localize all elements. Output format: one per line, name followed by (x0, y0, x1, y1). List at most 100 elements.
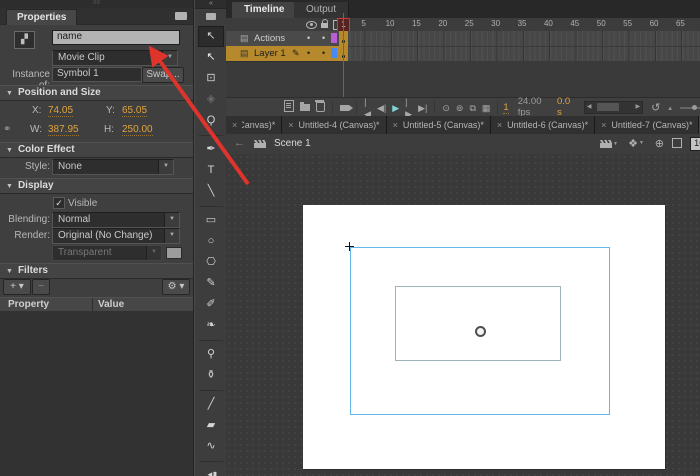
lock-all-layers-icon[interactable] (321, 23, 328, 28)
document-tab[interactable]: Untitled-4 (Canvas)*× (282, 116, 386, 134)
text-tool-icon[interactable]: T (198, 160, 224, 181)
playhead-line[interactable] (343, 13, 344, 97)
show-hide-all-layers-icon[interactable] (306, 21, 317, 29)
instance-of-field[interactable]: Symbol 1 (52, 67, 142, 82)
slider-thumb[interactable] (692, 105, 697, 110)
rectangle-tool-icon[interactable]: ▭ (198, 210, 224, 231)
document-tab[interactable]: Untitled-6 (Canvas)*× (491, 116, 595, 134)
layer-row-actions[interactable]: ▤ Actions • • (226, 31, 339, 47)
tab-close-icon[interactable]: × (497, 120, 502, 130)
edit-scene-button[interactable]: ▼ (600, 140, 618, 151)
eraser-tool-icon[interactable]: ▰ (198, 415, 224, 436)
loop-playback-icon[interactable]: ↺ (651, 101, 660, 114)
layer-lock-dot[interactable]: • (322, 33, 325, 43)
classic-brush-tool-icon[interactable]: ✐ (198, 294, 224, 315)
pasteboard[interactable] (226, 154, 700, 476)
swap-button[interactable]: Swap... (142, 67, 184, 83)
edit-symbols-button[interactable]: ❖▼ (628, 137, 644, 150)
paint-brush-tool-icon[interactable]: ❧ (198, 315, 224, 336)
x-value[interactable]: 74.05 (48, 105, 73, 117)
value-column-header[interactable]: Value (98, 298, 124, 311)
style-dropdown[interactable]: None ▼ (52, 159, 174, 175)
new-folder-icon[interactable] (300, 101, 310, 114)
onion-skin-outlines-icon[interactable]: ⊚ (456, 102, 464, 114)
y-value[interactable]: 65.05 (122, 105, 147, 117)
lock-aspect-ratio-icon[interactable]: ⚭ (3, 124, 11, 135)
tools-panel-menu-icon[interactable] (195, 9, 227, 26)
render-dropdown[interactable]: Original (No Change) ▼ (52, 228, 180, 244)
layer-outline-color-swatch[interactable] (331, 48, 337, 58)
document-tab[interactable]: Untitled-3 (Canvas)*× (226, 116, 282, 134)
scrollbar-thumb[interactable] (597, 103, 619, 111)
eyedropper-tool-icon[interactable]: ╱ (198, 394, 224, 415)
go-to-last-frame-icon[interactable]: ▶| (418, 102, 427, 114)
visible-checkbox[interactable]: ✓ (53, 197, 65, 209)
document-tab[interactable]: Untitled-5 (Canvas)*× (387, 116, 491, 134)
h-value[interactable]: 250.00 (122, 124, 153, 136)
panel-menu-icon[interactable] (175, 12, 187, 23)
modify-markers-icon[interactable]: ▦ (482, 102, 491, 114)
chevron-down-icon[interactable]: ▼ (162, 51, 177, 65)
selection-tool-icon[interactable]: ↖ (198, 26, 224, 47)
layer-row-layer1[interactable]: ▤ Layer 1 ✎ • • (226, 46, 339, 62)
w-value[interactable]: 387.95 (48, 124, 79, 136)
onion-skin-icon[interactable]: ⊙ (442, 102, 450, 114)
tab-close-icon[interactable]: × (601, 120, 606, 130)
tab-close-icon[interactable]: × (288, 120, 293, 130)
layer-outline-color-swatch[interactable] (331, 33, 337, 43)
tab-output[interactable]: Output (294, 2, 349, 18)
layer-visibility-dot[interactable]: • (307, 48, 310, 58)
timeline-zoom-slider[interactable] (680, 107, 700, 109)
edit-multiple-frames-icon[interactable]: ⧉ (469, 102, 475, 114)
oval-tool-icon[interactable]: ○ (198, 231, 224, 252)
center-frame-icon[interactable]: ⊕ (655, 137, 664, 150)
property-column-header[interactable]: Property (8, 298, 49, 311)
color-effect-section-header[interactable]: ▼Color Effect (0, 142, 193, 158)
collapse-panel-icon[interactable]: « (195, 0, 227, 9)
camera-tool-icon[interactable]: ◄▮ (198, 465, 224, 476)
bone-tool-icon[interactable]: ⚲ (198, 344, 224, 365)
paint-bucket-tool-icon[interactable]: ⚱ (198, 365, 224, 386)
add-filter-button[interactable]: + ▾ (3, 279, 31, 295)
width-tool-icon[interactable]: ∿ (198, 436, 224, 457)
new-layer-icon[interactable] (284, 100, 294, 115)
scene-name[interactable]: Scene 1 (274, 138, 311, 149)
position-size-section-header[interactable]: ▼Position and Size (0, 85, 193, 101)
instance-name-field[interactable]: name (52, 30, 180, 45)
delete-layer-icon[interactable] (316, 100, 325, 115)
document-tab[interactable]: Untitled-7 (Canvas)*× (595, 116, 699, 134)
selected-movieclip-rectangle[interactable] (350, 247, 610, 415)
lasso-tool-icon[interactable]: Ϙ (198, 110, 224, 131)
filters-section-header[interactable]: ▼Filters (0, 263, 193, 279)
display-section-header[interactable]: ▼Display (0, 178, 193, 194)
polystar-tool-icon[interactable]: ⎔ (198, 252, 224, 273)
inner-rectangle[interactable] (395, 286, 561, 361)
chevron-down-icon[interactable]: ▼ (158, 160, 173, 174)
free-transform-tool-icon[interactable]: ⊡ (198, 68, 224, 89)
layer-visibility-dot[interactable]: • (307, 33, 310, 43)
back-arrow-icon[interactable]: ← (234, 137, 245, 149)
chevron-down-icon[interactable]: ▼ (164, 213, 179, 227)
pencil-tool-icon[interactable]: ✎ (198, 273, 224, 294)
camera-icon[interactable] (340, 102, 349, 114)
current-frame-value[interactable]: 1 (503, 102, 508, 114)
subselection-tool-icon[interactable]: ↖ (198, 47, 224, 68)
scroll-left-icon[interactable]: ◀ (587, 102, 592, 112)
timeline-scrollbar[interactable]: ◀ ▶ (584, 101, 643, 114)
symbol-behavior-dropdown[interactable]: Movie Clip ▼ (52, 50, 178, 66)
layer-lock-dot[interactable]: • (322, 48, 325, 58)
resize-view-icon[interactable]: ▴ (668, 104, 672, 112)
scroll-right-icon[interactable]: ▶ (636, 102, 641, 112)
remove-filter-button[interactable]: − (32, 279, 50, 295)
tab-close-icon[interactable]: × (393, 120, 398, 130)
tab-close-icon[interactable]: × (232, 120, 237, 130)
frames-grid[interactable] (339, 31, 700, 61)
tab-timeline[interactable]: Timeline (232, 2, 297, 18)
pen-tool-icon[interactable]: ✒ (198, 139, 224, 160)
clip-content-icon[interactable] (672, 138, 682, 148)
play-icon[interactable]: ▶ (392, 102, 399, 114)
chevron-down-icon[interactable]: ▼ (164, 229, 179, 243)
line-tool-icon[interactable]: ╲ (198, 181, 224, 202)
step-back-icon[interactable]: ◀| (377, 102, 386, 114)
stage[interactable] (303, 205, 665, 469)
